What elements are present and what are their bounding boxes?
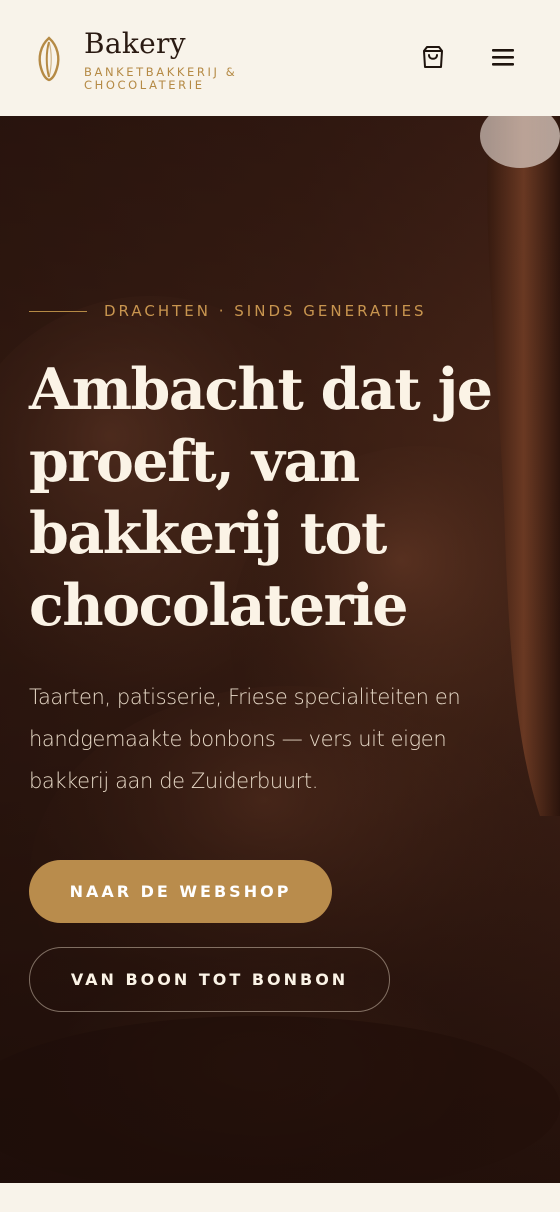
cocoa-bean-icon [38, 36, 60, 82]
hero-lead: Taarten, patisserie, Friese specialiteit… [29, 685, 461, 793]
hero-overlay [0, 116, 560, 1183]
site-header: Bakery BANKETBAKKERIJ & CHOCOLATERIE [0, 0, 560, 116]
menu-button[interactable] [486, 40, 520, 74]
next-section-edge [0, 1183, 560, 1212]
hamburger-menu-icon [492, 49, 514, 66]
bean-to-bonbon-button[interactable]: VAN BOON TOT BONBON [29, 947, 390, 1012]
hero-eyebrow: DRACHTEN · SINDS GENERATIES [29, 302, 427, 320]
cart-button[interactable] [416, 40, 450, 74]
eyebrow-divider [29, 310, 87, 312]
brand-name: Bakery [84, 27, 186, 60]
brand-link[interactable]: Bakery BANKETBAKKERIJ & CHOCOLATERIE [36, 28, 274, 92]
brand-text: Bakery BANKETBAKKERIJ & CHOCOLATERIE [84, 28, 274, 92]
shopping-bag-icon [423, 46, 443, 68]
hero-section: DRACHTEN · SINDS GENERATIES Ambacht dat … [0, 116, 560, 1183]
webshop-button[interactable]: NAAR DE WEBSHOP [29, 860, 332, 923]
eyebrow-text: DRACHTEN · SINDS GENERATIES [104, 302, 427, 320]
brand-tagline: BANKETBAKKERIJ & CHOCOLATERIE [84, 65, 238, 92]
hero-title: Ambacht dat je proeft, van bakkerij tot … [29, 356, 493, 639]
